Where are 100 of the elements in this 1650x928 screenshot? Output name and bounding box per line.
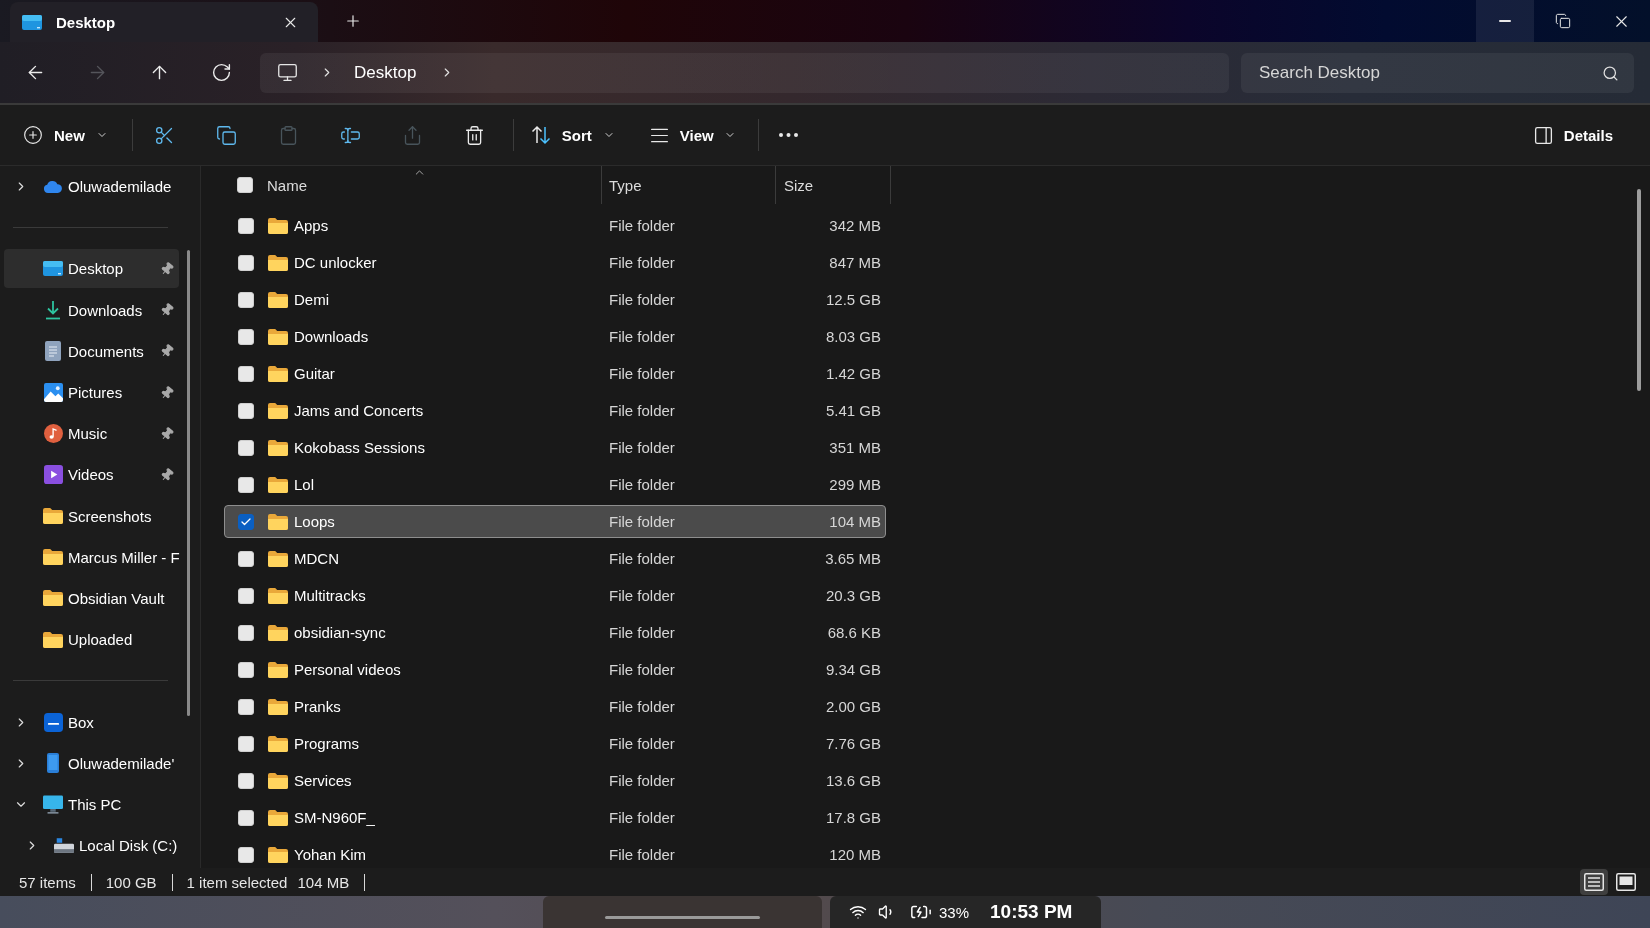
file-type: File folder (608, 846, 676, 863)
file-row[interactable]: MDCN File folder 3.65 MB (224, 542, 886, 575)
select-all-checkbox[interactable] (237, 177, 253, 193)
sidebar-item[interactable]: Obsidian Vault (4, 578, 179, 618)
file-row[interactable]: Kokobass Sessions File folder 351 MB (224, 431, 886, 464)
file-name: Services (294, 772, 352, 789)
sidebar-item[interactable]: Videos (4, 455, 179, 495)
file-size: 13.6 GB (824, 772, 882, 789)
breadcrumb-item[interactable]: Desktop (354, 56, 417, 89)
file-row[interactable]: Downloads File folder 8.03 GB (224, 320, 886, 353)
file-type: File folder (608, 254, 676, 271)
sidebar-item[interactable]: Oluwademilade' (4, 743, 179, 783)
file-row[interactable]: obsidian-sync File folder 68.6 KB (224, 616, 886, 649)
sidebar-item[interactable]: Music (4, 414, 179, 454)
folder-icon (268, 513, 288, 530)
file-type: File folder (608, 217, 676, 234)
file-row[interactable]: Jams and Concerts File folder 5.41 GB (224, 394, 886, 427)
file-row[interactable]: SM-N960F_ File folder 17.8 GB (224, 801, 886, 834)
cloud-icon (43, 179, 63, 194)
address-bar[interactable]: Desktop (260, 52, 1229, 93)
column-header[interactable]: Name (267, 166, 601, 204)
sidebar-item[interactable]: Desktop (4, 249, 179, 289)
file-row[interactable]: Services File folder 13.6 GB (224, 764, 886, 797)
scrollbar[interactable] (187, 250, 190, 716)
file-row[interactable]: Multitracks File folder 20.3 GB (224, 579, 886, 612)
file-size: 1.42 GB (824, 365, 882, 382)
restore-icon (1555, 13, 1571, 29)
folder-icon (43, 508, 63, 525)
sidebar-item[interactable]: Screenshots (4, 496, 179, 536)
folder-icon (268, 846, 288, 863)
file-name: MDCN (294, 550, 339, 567)
file-name: Lol (294, 476, 315, 493)
sidebar-item[interactable]: This PC (4, 784, 179, 824)
clock-time[interactable]: 10:53 PM (990, 901, 1073, 923)
new-button[interactable]: New (17, 115, 116, 155)
file-size: 3.65 MB (824, 550, 882, 567)
monitor-icon[interactable] (277, 62, 298, 83)
search-icon[interactable] (1602, 64, 1619, 82)
file-name: Loops (294, 513, 335, 530)
file-row[interactable]: Pranks File folder 2.00 GB (224, 690, 886, 723)
file-type: File folder (608, 550, 676, 567)
sort-arrows-icon (530, 125, 551, 145)
file-row[interactable]: DC unlocker File folder 847 MB (224, 246, 886, 279)
folder-icon (268, 772, 288, 789)
file-row[interactable]: Guitar File folder 1.42 GB (224, 357, 886, 390)
file-type: File folder (608, 735, 676, 752)
file-size: 12.5 GB (824, 291, 882, 308)
file-name: Pranks (294, 698, 341, 715)
more-icon (779, 133, 799, 137)
file-type: File folder (608, 772, 676, 789)
column-header[interactable]: Type (601, 166, 775, 204)
window-tab[interactable]: Desktop (10, 2, 318, 42)
file-size: 20.3 GB (824, 587, 882, 604)
file-row[interactable]: Demi File folder 12.5 GB (224, 283, 886, 316)
row-checkbox[interactable] (238, 513, 254, 530)
scrollbar[interactable] (1637, 189, 1641, 391)
file-row[interactable]: Personal videos File folder 9.34 GB (224, 653, 886, 686)
file-size: 17.8 GB (824, 809, 882, 826)
file-row[interactable]: Apps File folder 342 MB (224, 209, 886, 242)
details-view-button[interactable] (1580, 869, 1608, 895)
file-type: File folder (608, 476, 676, 493)
file-size: 847 MB (828, 254, 882, 271)
details-pane-button[interactable]: Details (1526, 115, 1621, 155)
file-type: File folder (608, 809, 676, 826)
file-name: SM-N960F_ (294, 809, 375, 826)
file-row[interactable]: Yohan Kim File folder 120 MB (224, 838, 886, 868)
file-type: File folder (608, 328, 676, 345)
wifi-icon[interactable] (849, 903, 867, 921)
sidebar-item[interactable]: Documents (4, 331, 179, 371)
list-view-icon (1584, 873, 1604, 891)
file-name: Jams and Concerts (294, 402, 424, 419)
search-field[interactable]: Search Desktop (1241, 52, 1634, 93)
file-row[interactable]: Loops File folder 104 MB (224, 505, 886, 538)
sort-button[interactable]: Sort (522, 115, 623, 155)
file-name: DC unlocker (294, 254, 377, 271)
sidebar-item[interactable]: Pictures (4, 373, 179, 413)
file-size: 7.76 GB (824, 735, 882, 752)
document-icon (45, 341, 61, 362)
sidebar-item[interactable]: Uploaded (4, 620, 179, 660)
file-size: 2.00 GB (824, 698, 882, 715)
sidebar-item[interactable]: Local Disk (C:) (4, 826, 179, 866)
tile-view-icon (1616, 873, 1636, 891)
download-icon (45, 300, 61, 321)
file-type: File folder (608, 513, 676, 530)
sidebar-item[interactable]: Oluwademilade (4, 167, 179, 207)
sidebar-item[interactable]: Downloads (4, 290, 179, 330)
folder-icon (268, 550, 288, 567)
folder-icon (268, 698, 288, 715)
column-header[interactable]: Size (775, 166, 891, 204)
plus-icon (344, 12, 362, 30)
file-row[interactable]: Programs File folder 7.76 GB (224, 727, 886, 760)
sidebar-item[interactable]: Box (4, 702, 179, 742)
file-type: File folder (608, 661, 676, 678)
file-name: Apps (294, 217, 329, 234)
folder-icon (43, 590, 63, 607)
file-row[interactable]: Lol File folder 299 MB (224, 468, 886, 501)
sidebar-item[interactable]: Marcus Miller - F (4, 537, 179, 577)
monitor-icon (43, 794, 63, 814)
file-name: Guitar (294, 365, 335, 382)
view-button[interactable]: View (638, 115, 744, 155)
